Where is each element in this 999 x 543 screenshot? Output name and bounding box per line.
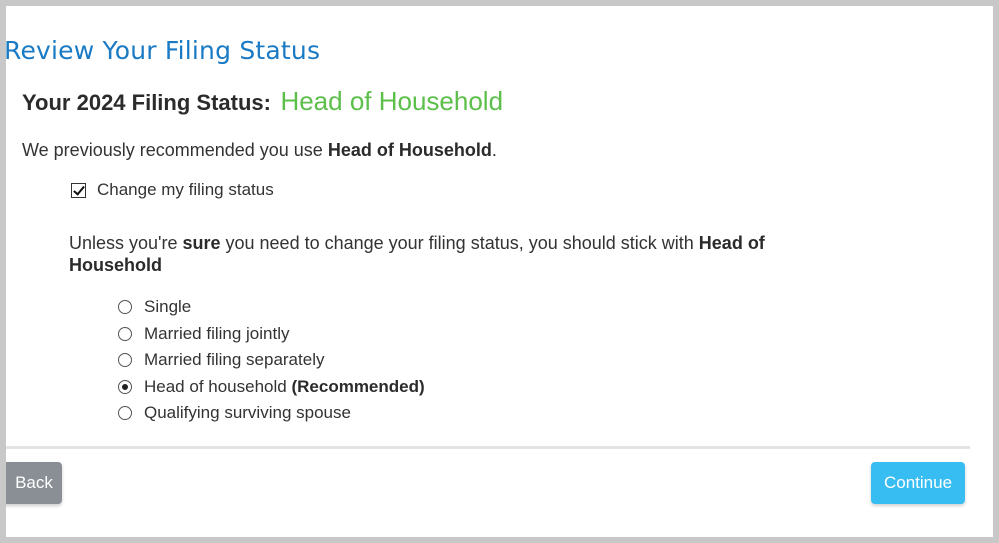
recommendation-suffix: . bbox=[491, 140, 497, 160]
option-label[interactable]: Married filing jointly bbox=[144, 324, 290, 344]
option-head-of-household[interactable]: Head of household (Recommended) bbox=[118, 374, 425, 401]
option-single[interactable]: Single bbox=[118, 294, 425, 321]
option-label[interactable]: Married filing separately bbox=[144, 350, 324, 370]
recommendation-prefix: We previously recommended you use bbox=[22, 140, 328, 160]
divider bbox=[6, 446, 970, 449]
warning-middle: you need to change your filing status, y… bbox=[220, 233, 699, 253]
option-qualifying-surviving-spouse[interactable]: Qualifying surviving spouse bbox=[118, 400, 425, 427]
page-title: Review Your Filing Status bbox=[6, 36, 321, 65]
status-value: Head of Household bbox=[280, 86, 504, 116]
option-label[interactable]: Head of household (Recommended) bbox=[144, 377, 425, 397]
change-filing-status-checkbox[interactable] bbox=[71, 182, 86, 198]
recommendation-value: Head of Household bbox=[327, 140, 492, 160]
radio-head-of-household[interactable] bbox=[118, 379, 132, 394]
filing-status-panel: Review Your Filing Status Your 2024 Fili… bbox=[6, 6, 993, 537]
radio-single[interactable] bbox=[118, 300, 132, 315]
continue-button[interactable]: Continue bbox=[871, 462, 965, 504]
radio-qualifying-surviving-spouse[interactable] bbox=[118, 406, 132, 421]
recommendation-text: We previously recommended you use Head o… bbox=[22, 140, 497, 161]
checkmark-icon bbox=[73, 182, 85, 196]
option-label-text: Head of household bbox=[144, 376, 287, 396]
option-label[interactable]: Qualifying surviving spouse bbox=[144, 403, 351, 423]
radio-married-filing-jointly[interactable] bbox=[118, 326, 132, 341]
option-married-filing-jointly[interactable]: Married filing jointly bbox=[118, 321, 425, 348]
current-status-line: Your 2024 Filing Status: Head of Househo… bbox=[22, 86, 503, 117]
filing-status-options: Single Married filing jointly Married fi… bbox=[118, 294, 425, 427]
warning-prefix: Unless you're bbox=[69, 233, 183, 253]
change-filing-status-checkbox-row[interactable]: Change my filing status bbox=[71, 180, 274, 200]
warning-emphasis: sure bbox=[182, 233, 221, 253]
option-married-filing-separately[interactable]: Married filing separately bbox=[118, 347, 425, 374]
option-label[interactable]: Single bbox=[144, 297, 191, 317]
recommended-note: (Recommended) bbox=[291, 376, 425, 396]
status-label: Your 2024 Filing Status: bbox=[22, 90, 271, 115]
back-button[interactable]: Back bbox=[6, 462, 62, 504]
radio-married-filing-separately[interactable] bbox=[118, 353, 132, 368]
change-filing-status-label[interactable]: Change my filing status bbox=[97, 180, 274, 200]
warning-text: Unless you're sure you need to change yo… bbox=[69, 232, 789, 276]
